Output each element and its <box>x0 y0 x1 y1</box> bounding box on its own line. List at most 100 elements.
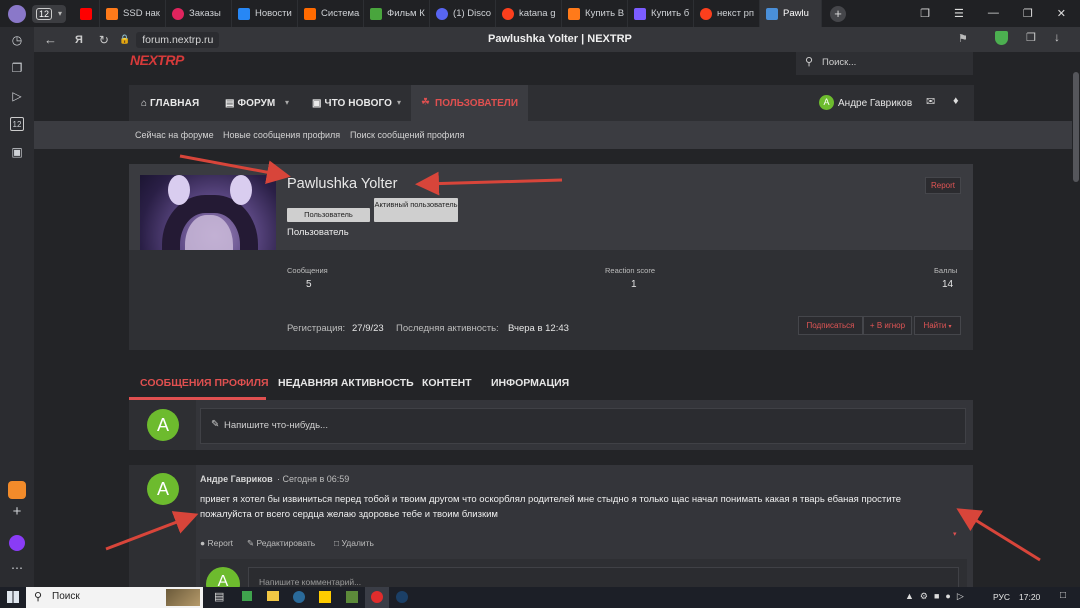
browser-tab[interactable]: Фильм К <box>364 0 431 27</box>
lock-icon: 🔒 <box>118 34 131 44</box>
collections-icon[interactable]: ❐ <box>10 61 24 75</box>
add-icon[interactable]: + <box>10 504 24 519</box>
steam-icon[interactable] <box>396 591 408 603</box>
follow-button[interactable]: Подписаться <box>798 316 863 335</box>
yandex-app-icon[interactable] <box>319 591 331 603</box>
browser-tab[interactable]: (1) Disco <box>430 0 497 27</box>
user-title: Пользователь <box>287 227 349 238</box>
last-activity-value: Вчера в 12:43 <box>508 323 569 334</box>
clock[interactable]: 17:20 <box>1019 592 1040 602</box>
main-nav: ⌂ ГЛАВНАЯ ▤ ФОРУМ ▾ ▣ ЧТО НОВОГО ▾ ☘ ПОЛ… <box>129 85 974 123</box>
nav-home[interactable]: ⌂ ГЛАВНАЯ <box>141 98 199 109</box>
url-field[interactable]: forum.nextrp.ru <box>136 31 220 48</box>
restore-icon[interactable]: ❐ <box>1023 7 1033 20</box>
bell-icon[interactable]: ♦ <box>953 95 959 107</box>
menu-icon[interactable]: ☰ <box>954 7 964 20</box>
browser-tab[interactable]: Система <box>298 0 365 27</box>
user-avatar[interactable]: А <box>819 95 834 110</box>
search-icon: ⚲ <box>34 591 43 603</box>
minecraft-icon[interactable] <box>346 591 358 603</box>
ignore-button[interactable]: + В игнор <box>863 316 912 335</box>
language-indicator[interactable]: РУС <box>993 592 1010 602</box>
minimize-icon[interactable]: — <box>988 7 999 20</box>
tabs-icon[interactable]: ❐ <box>920 7 930 20</box>
new-tab-button[interactable]: + <box>830 5 847 22</box>
more-icon[interactable]: ⋯ <box>10 561 24 575</box>
post-time[interactable]: · Сегодня в 06:59 <box>277 474 349 484</box>
windows-start-icon[interactable] <box>7 591 19 603</box>
screenshot-icon[interactable]: ▣ <box>10 145 24 159</box>
history-icon[interactable]: ◷ <box>10 33 24 47</box>
page-scrollbar[interactable] <box>1072 52 1080 587</box>
whats-new-dropdown-icon[interactable]: ▾ <box>397 98 401 107</box>
stat-messages-value[interactable]: 5 <box>306 279 312 290</box>
alice-icon[interactable] <box>9 535 25 551</box>
subnav-new-profile-posts[interactable]: Новые сообщения профиля <box>223 130 340 140</box>
post-edit-link[interactable]: ✎ Редактировать <box>247 538 315 549</box>
close-icon[interactable]: ✕ <box>1057 7 1066 20</box>
subnav-search-profile-posts[interactable]: Поиск сообщений профиля <box>350 130 464 140</box>
browser-taskbar-button[interactable] <box>365 587 389 608</box>
comment-input[interactable]: Напишите комментарий... <box>248 567 959 587</box>
nav-whats-new[interactable]: ▣ ЧТО НОВОГО <box>312 98 392 109</box>
scrollbar-thumb[interactable] <box>1073 72 1079 182</box>
tab-profile-posts[interactable]: СООБЩЕНИЯ ПРОФИЛЯ <box>140 377 269 389</box>
download-icon[interactable]: ↓ <box>1054 30 1060 44</box>
post-menu-icon[interactable]: ▾ <box>953 530 957 538</box>
mail-app-icon[interactable] <box>8 481 26 499</box>
tab-recent-activity[interactable]: НЕДАВНЯЯ АКТИВНОСТЬ <box>278 377 414 389</box>
tab-counter[interactable]: 12 ▾ <box>32 4 67 23</box>
comment-area: А Напишите комментарий... <box>200 559 967 587</box>
post-author[interactable]: Андре Гавриков <box>200 474 273 484</box>
bookmark-icon[interactable]: ⚑ <box>958 32 968 45</box>
subnav-online[interactable]: Сейчас на форуме <box>135 130 214 140</box>
stat-points-value[interactable]: 14 <box>942 279 953 290</box>
reload-icon[interactable]: ↻ <box>99 33 109 47</box>
browser-tab[interactable]: SSD нак <box>100 0 167 27</box>
browser-tab-active[interactable]: Pawlu <box>760 0 823 27</box>
report-button[interactable]: Report <box>925 177 961 194</box>
chat-icon: ▤ <box>225 98 235 109</box>
browser-tab[interactable]: Заказы <box>166 0 233 27</box>
post-text-line: пожалуйста от всего сердца желаю здоровь… <box>200 508 498 520</box>
current-user-name[interactable]: Андре Гавриков <box>838 98 912 109</box>
browser-tab[interactable]: Новости <box>232 0 299 27</box>
play-icon[interactable]: ▷ <box>10 89 24 103</box>
browser-tab[interactable]: katana g <box>496 0 563 27</box>
nav-users-label: ПОЛЬЗОВАТЕЛИ <box>435 98 519 109</box>
browser-tab[interactable]: Купить б <box>628 0 695 27</box>
protect-icon[interactable] <box>995 31 1008 45</box>
browser-tab[interactable]: Купить В <box>562 0 629 27</box>
tab-content[interactable]: КОНТЕНТ <box>422 377 472 389</box>
back-icon[interactable]: ← <box>44 32 57 47</box>
notifications-icon[interactable]: □ <box>1060 590 1066 601</box>
yandex-browser-icon <box>371 591 383 603</box>
stat-reaction-value[interactable]: 1 <box>631 279 637 290</box>
browser-profile-avatar[interactable] <box>8 4 26 23</box>
explorer-icon[interactable] <box>267 591 279 601</box>
task-view-icon[interactable]: ▤ <box>214 590 224 603</box>
pencil-icon: ✎ <box>247 538 255 548</box>
window-controls: ❐ ☰ — ❐ ✕ <box>920 7 1080 20</box>
extensions-icon[interactable]: ❐ <box>1026 31 1036 44</box>
app-icon[interactable] <box>242 591 252 601</box>
tab-info[interactable]: ИНФОРМАЦИЯ <box>491 377 569 389</box>
compose-input[interactable]: ✎ Напишите что-нибудь... <box>200 408 966 444</box>
nav-forum[interactable]: ▤ ФОРУМ <box>225 98 275 109</box>
annotation-arrow <box>956 508 1041 562</box>
search-box[interactable]: ⚲ Поиск... <box>796 52 973 75</box>
post-author-avatar[interactable]: А <box>147 473 179 505</box>
taskbar-search[interactable]: ⚲ Поиск <box>26 587 203 608</box>
site-logo[interactable]: NEXTRP <box>130 52 184 68</box>
post-report-link[interactable]: ● Report <box>200 538 233 548</box>
yandex-button[interactable]: Я <box>75 34 83 46</box>
inbox-icon[interactable]: ✉ <box>926 95 935 108</box>
browser-tab[interactable] <box>72 0 101 27</box>
nav-users-active[interactable]: ☘ ПОЛЬЗОВАТЕЛИ <box>411 85 528 121</box>
tab-count-icon[interactable]: 12 <box>10 117 24 131</box>
find-button[interactable]: Найти ▾ <box>914 316 961 335</box>
steam-icon[interactable] <box>293 591 305 603</box>
post-delete-link[interactable]: □ Удалить <box>334 538 374 548</box>
browser-tab[interactable]: некст рп <box>694 0 761 27</box>
forum-dropdown-icon[interactable]: ▾ <box>285 98 289 107</box>
